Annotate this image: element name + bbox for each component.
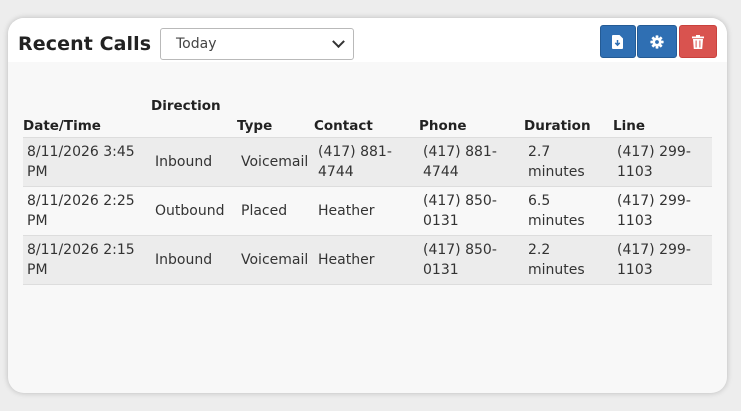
cell-date-time: 8/11/2026 2:25 PM: [23, 186, 151, 236]
trash-icon: [692, 34, 704, 49]
cell-date-time: 8/11/2026 2:15 PM: [23, 235, 151, 285]
table-header-row: Date/Time Direction Type Contact Phone D…: [23, 98, 712, 138]
settings-button[interactable]: [637, 25, 677, 58]
cell-line: (417) 299-1103: [613, 186, 712, 236]
download-button[interactable]: [600, 25, 636, 58]
widget-title: Recent Calls: [18, 33, 152, 55]
widget-header: Recent Calls Today: [8, 18, 727, 62]
column-header-line: Line: [613, 98, 712, 138]
cell-phone: (417) 881-4744: [419, 137, 524, 187]
column-header-contact: Contact: [314, 98, 419, 138]
cell-duration: 2.2 minutes: [524, 235, 613, 285]
recent-calls-widget: Recent Calls Today Date/Time Direction T…: [8, 18, 727, 393]
table-row[interactable]: 8/11/2026 2:15 PM Inbound Voicemail Heat…: [23, 235, 712, 285]
period-select[interactable]: Today: [160, 28, 354, 60]
cell-phone: (417) 850-0131: [419, 186, 524, 236]
cell-contact: Heather: [314, 186, 419, 236]
cell-direction: Outbound: [151, 186, 237, 236]
cell-line: (417) 299-1103: [613, 137, 712, 187]
cell-phone: (417) 850-0131: [419, 235, 524, 285]
column-header-duration: Duration: [524, 98, 613, 138]
cell-direction: Inbound: [151, 137, 237, 187]
cell-type: Voicemail: [237, 137, 314, 187]
cell-contact: (417) 881-4744: [314, 137, 419, 187]
cell-type: Voicemail: [237, 235, 314, 285]
chevron-down-icon: [332, 34, 345, 48]
delete-button[interactable]: [679, 25, 717, 58]
cell-duration: 6.5 minutes: [524, 186, 613, 236]
cell-duration: 2.7 minutes: [524, 137, 613, 187]
column-header-type: Type: [237, 98, 314, 138]
cell-direction: Inbound: [151, 235, 237, 285]
column-header-direction: Direction: [151, 98, 237, 138]
cell-line: (417) 299-1103: [613, 235, 712, 285]
calls-table: Date/Time Direction Type Contact Phone D…: [23, 98, 712, 285]
gear-icon: [650, 34, 664, 49]
cell-date-time: 8/11/2026 3:45 PM: [23, 137, 151, 187]
cell-contact: Heather: [314, 235, 419, 285]
table-row[interactable]: 8/11/2026 2:25 PM Outbound Placed Heathe…: [23, 186, 712, 236]
period-select-value: Today: [176, 36, 217, 52]
table-row[interactable]: 8/11/2026 3:45 PM Inbound Voicemail (417…: [23, 137, 712, 187]
download-file-icon: [612, 34, 623, 49]
column-header-date-time: Date/Time: [23, 98, 151, 138]
cell-type: Placed: [237, 186, 314, 236]
column-header-phone: Phone: [419, 98, 524, 138]
